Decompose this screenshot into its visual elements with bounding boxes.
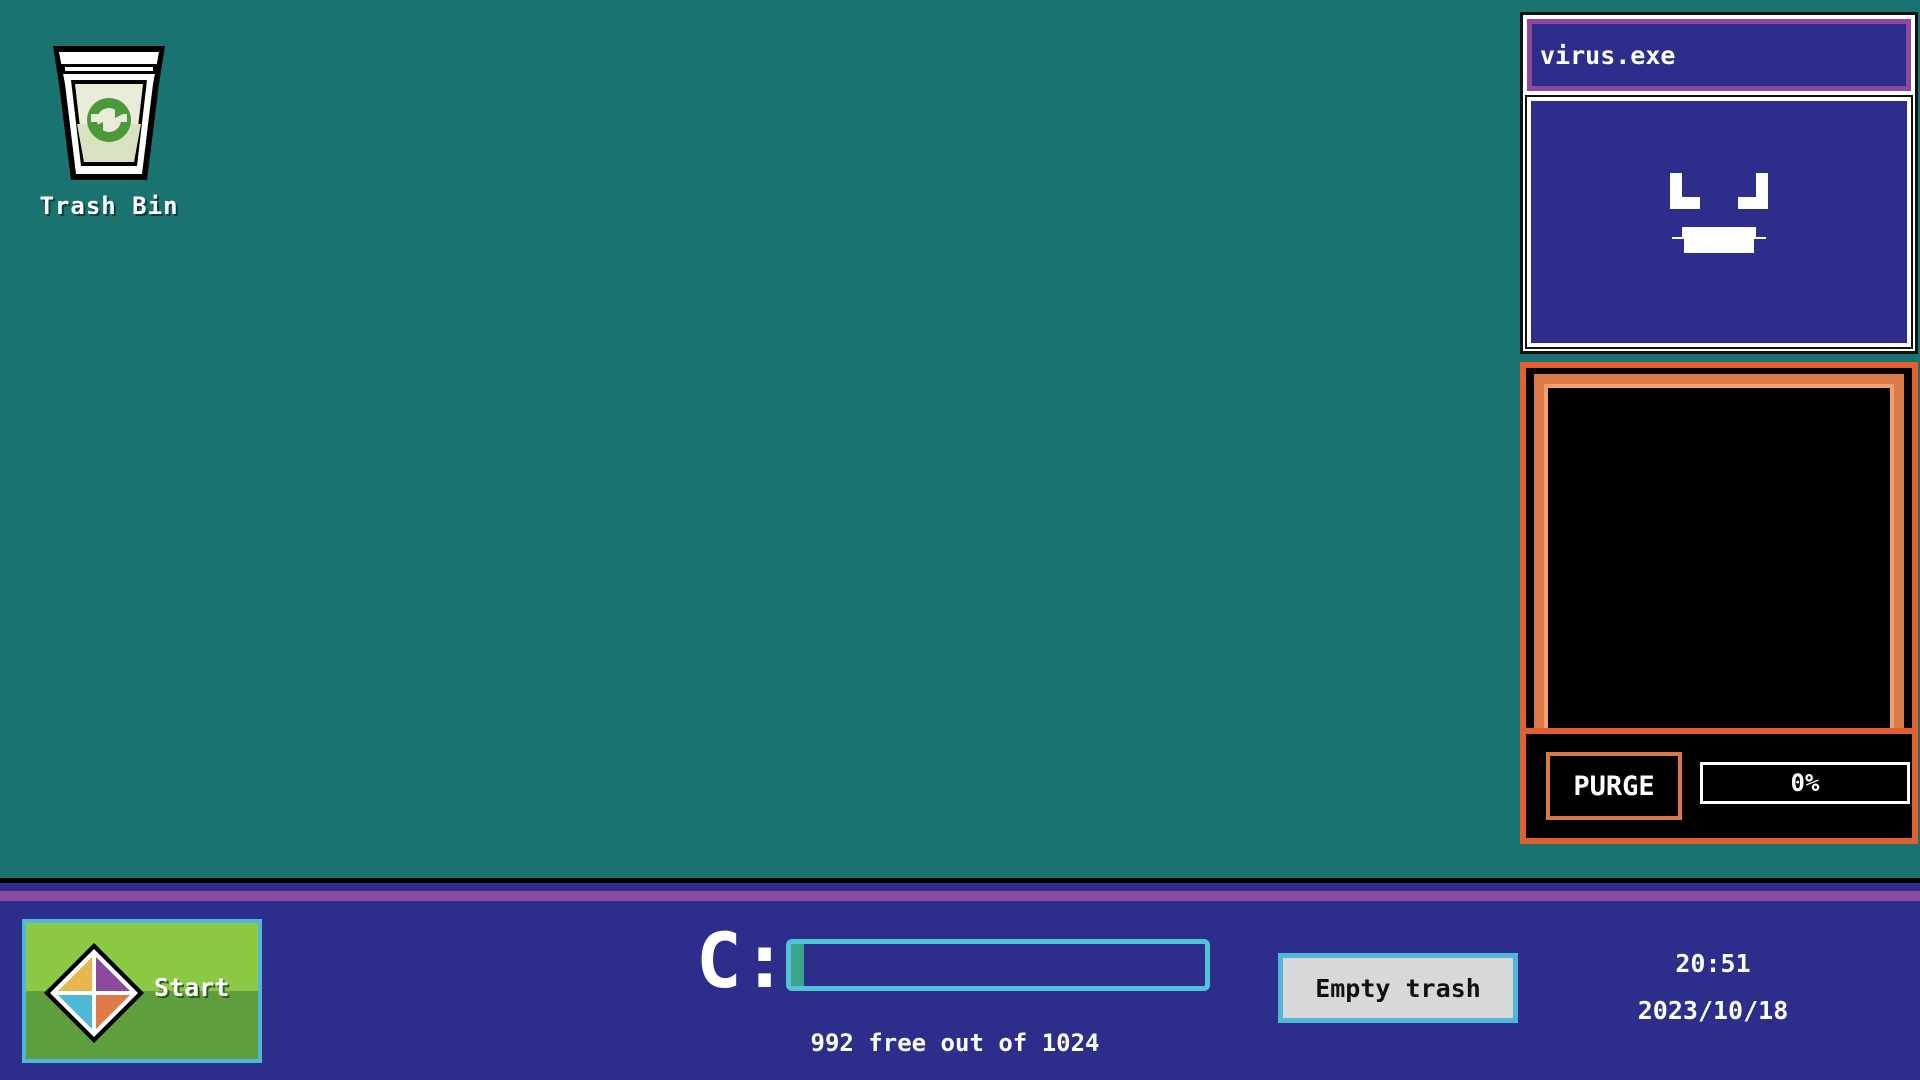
- drive-free-text: 992 free out of 1024: [810, 1029, 1100, 1057]
- clock-time: 20:51: [1675, 949, 1751, 978]
- start-button[interactable]: Start: [22, 919, 262, 1063]
- taskbar: Start C: 992 free out of 1024 Empty tras…: [0, 878, 1920, 1080]
- empty-trash-button[interactable]: Empty trash: [1278, 953, 1518, 1023]
- drive-usage-fill: [791, 944, 804, 986]
- start-label: Start: [154, 973, 230, 1002]
- virus-window-body: [1525, 95, 1913, 349]
- desktop-icon-trash-bin[interactable]: Trash Bin: [22, 40, 196, 220]
- taskbar-clock: 20:51 2023/10/18: [1590, 949, 1836, 1025]
- purge-progress-bar: 0%: [1700, 762, 1910, 804]
- purge-screen: [1534, 374, 1904, 734]
- purge-controls: PURGE 0%: [1520, 728, 1918, 844]
- desktop-icon-label: Trash Bin: [39, 192, 179, 220]
- virus-window-titlebar[interactable]: virus.exe: [1527, 19, 1911, 91]
- diamond-logo-icon: [44, 943, 144, 1043]
- purge-progress-text: 0%: [1790, 769, 1820, 797]
- purge-panel: PURGE 0%: [1520, 362, 1918, 844]
- purge-button[interactable]: PURGE: [1546, 752, 1682, 820]
- grinning-face-icon: [1670, 173, 1768, 253]
- recycle-bin-icon: [53, 46, 165, 180]
- virus-window-title: virus.exe: [1540, 40, 1676, 70]
- drive-letter: C:: [696, 916, 788, 1005]
- virus-window[interactable]: virus.exe: [1520, 12, 1918, 354]
- drive-usage-bar: [786, 939, 1210, 991]
- clock-date: 2023/10/18: [1637, 996, 1789, 1025]
